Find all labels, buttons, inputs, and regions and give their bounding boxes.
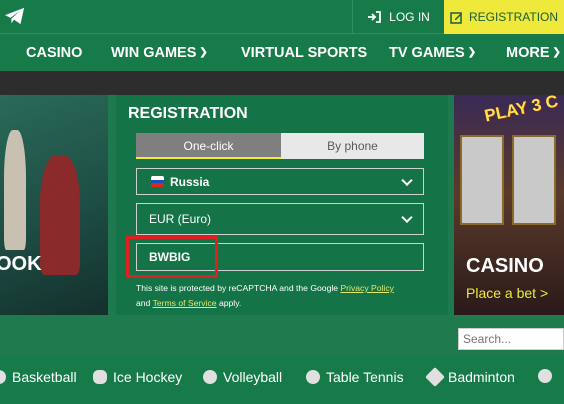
chevron-down-icon: ❯ bbox=[552, 47, 561, 58]
nav-item-win-games[interactable]: WIN GAMES ❯ bbox=[111, 35, 208, 71]
hockey-puck-icon bbox=[93, 370, 107, 384]
nav-item-label: WIN GAMES bbox=[111, 45, 197, 61]
chevron-down-icon: ❯ bbox=[199, 47, 208, 58]
nav-item-casino[interactable]: CASINO bbox=[26, 35, 82, 71]
privacy-policy-link[interactable]: Privacy Policy bbox=[340, 283, 393, 293]
currency-select[interactable]: EUR (Euro) bbox=[136, 203, 424, 235]
table-tennis-icon bbox=[306, 370, 320, 384]
nav-item-label: MORE bbox=[506, 45, 550, 61]
edit-icon bbox=[450, 11, 462, 24]
sport-item-table-tennis[interactable]: Table Tennis bbox=[306, 369, 404, 385]
sport-item-badminton[interactable]: Badminton bbox=[425, 367, 515, 387]
nav-item-label: TV GAMES bbox=[389, 45, 465, 61]
chevron-down-icon: ❯ bbox=[467, 47, 477, 58]
nav-item-label: VIRTUAL SPORTS bbox=[241, 45, 368, 61]
sport-label: Badminton bbox=[448, 369, 515, 385]
nav-item-label: CASINO bbox=[26, 45, 83, 61]
athlete-figure bbox=[4, 130, 26, 250]
currency-value: EUR (Euro) bbox=[149, 212, 212, 226]
promo-code-highlight bbox=[126, 236, 218, 278]
sport-label: Volleyball bbox=[223, 369, 283, 385]
and-text: and bbox=[136, 298, 151, 308]
volleyball-icon bbox=[203, 370, 217, 384]
ball-icon bbox=[538, 369, 552, 383]
login-label: LOG IN bbox=[389, 10, 430, 24]
registration-button[interactable]: REGISTRATION bbox=[444, 0, 564, 34]
sports-menu: Basketball Ice Hockey Volleyball Table T… bbox=[0, 355, 564, 404]
country-value: Russia bbox=[170, 174, 210, 189]
recaptcha-text: This site is protected by reCAPTCHA and … bbox=[136, 283, 339, 293]
tab-one-click[interactable]: One-click bbox=[136, 133, 281, 159]
search-input[interactable] bbox=[458, 328, 564, 350]
nav-item-tv-games[interactable]: TV GAMES ❯ bbox=[389, 35, 476, 71]
banner-left-text: OOK bbox=[0, 253, 42, 275]
top-bar: LOG IN REGISTRATION bbox=[0, 0, 564, 34]
nav-divider-strip bbox=[0, 71, 564, 95]
casino-banner[interactable]: PLAY 3 C CASINO Place a bet > bbox=[454, 95, 564, 315]
shuttlecock-icon bbox=[425, 367, 445, 387]
sport-item-ice-hockey[interactable]: Ice Hockey bbox=[93, 369, 182, 385]
sport-item-volleyball[interactable]: Volleyball bbox=[203, 369, 282, 385]
login-arrow-icon bbox=[368, 11, 382, 23]
tab-by-phone[interactable]: By phone bbox=[281, 133, 424, 159]
login-button[interactable]: LOG IN bbox=[352, 0, 444, 34]
basketball-icon bbox=[0, 370, 6, 384]
sport-label: Table Tennis bbox=[326, 369, 404, 385]
main-nav: CASINO WIN GAMES ❯ VIRTUAL SPORTS TV GAME… bbox=[0, 35, 564, 71]
nav-item-more[interactable]: MORE ❯ bbox=[506, 35, 561, 71]
country-select[interactable]: Russia bbox=[136, 168, 424, 195]
sport-item-basketball[interactable]: Basketball bbox=[0, 369, 77, 385]
place-bet-link[interactable]: Place a bet > bbox=[466, 285, 548, 301]
sport-label: Ice Hockey bbox=[113, 369, 183, 385]
registration-panel: REGISTRATION One-click By phone Russia E… bbox=[116, 95, 448, 315]
football-player-figure bbox=[40, 155, 80, 275]
registration-label: REGISTRATION bbox=[468, 10, 559, 24]
slot-reel-image bbox=[460, 135, 504, 225]
casino-banner-title: CASINO bbox=[466, 255, 544, 277]
sport-item-more[interactable] bbox=[538, 369, 552, 383]
apply-text: apply. bbox=[218, 298, 242, 308]
sport-label: Basketball bbox=[12, 369, 77, 385]
russia-flag-icon bbox=[151, 176, 164, 187]
chevron-down-icon bbox=[401, 174, 413, 186]
terms-of-service-link[interactable]: Terms of Service bbox=[153, 298, 217, 308]
chevron-down-icon bbox=[401, 211, 413, 224]
telegram-icon[interactable] bbox=[4, 6, 26, 26]
nav-item-virtual-sports[interactable]: VIRTUAL SPORTS bbox=[241, 35, 367, 71]
slot-reel-image bbox=[512, 135, 556, 225]
slot-machine-sign: PLAY 3 C bbox=[482, 95, 560, 126]
registration-title: REGISTRATION bbox=[128, 105, 248, 122]
sports-banner[interactable]: OOK bbox=[0, 95, 108, 315]
recaptcha-notice: This site is protected by reCAPTCHA and … bbox=[136, 281, 436, 311]
